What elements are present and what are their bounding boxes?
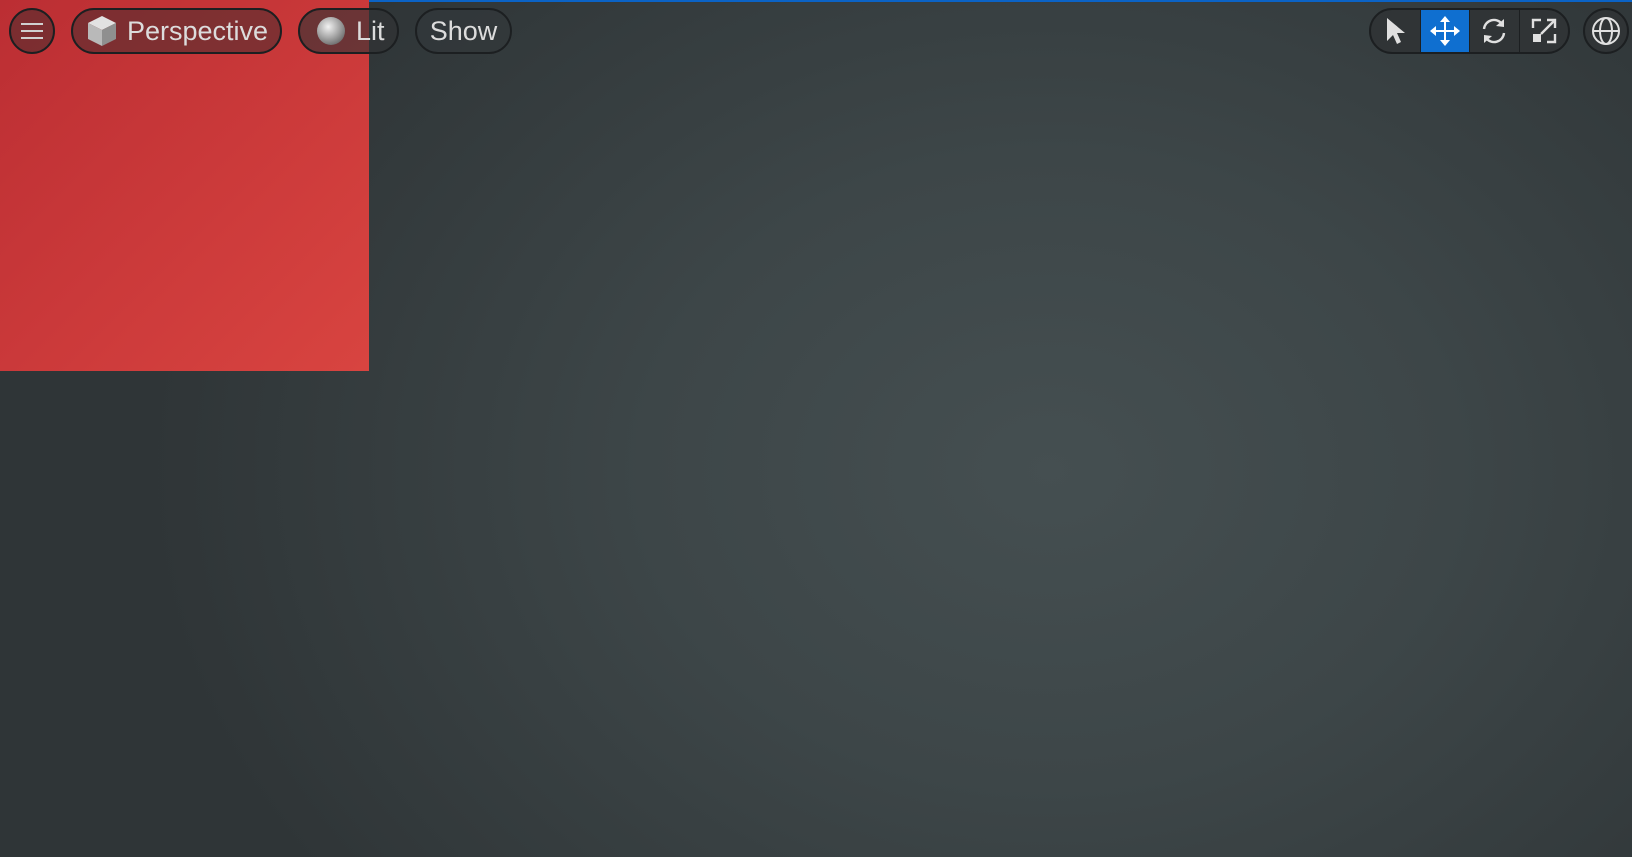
transform-tools-group bbox=[1369, 8, 1570, 54]
perspective-view-button[interactable]: Perspective bbox=[71, 8, 282, 54]
lit-label: Lit bbox=[356, 15, 385, 46]
select-tool-button[interactable] bbox=[1371, 10, 1421, 52]
show-label: Show bbox=[429, 15, 498, 46]
translate-tool-button[interactable] bbox=[1420, 10, 1470, 52]
perspective-label: Perspective bbox=[127, 15, 269, 46]
cube-icon bbox=[87, 15, 117, 47]
sphere-icon bbox=[316, 16, 346, 46]
viewport-options-button[interactable] bbox=[9, 8, 55, 54]
scale-icon bbox=[1531, 18, 1557, 44]
rotate-tool-button[interactable] bbox=[1470, 10, 1520, 52]
red-mesh-object[interactable] bbox=[0, 0, 369, 371]
coordinate-space-button[interactable] bbox=[1583, 8, 1629, 54]
rotate-icon bbox=[1480, 17, 1508, 45]
show-flags-button[interactable]: Show bbox=[415, 8, 512, 54]
scale-tool-button[interactable] bbox=[1520, 10, 1569, 52]
globe-icon bbox=[1591, 16, 1621, 46]
level-viewport[interactable]: Perspective Lit Show bbox=[0, 0, 1632, 857]
move-arrows-icon bbox=[1429, 16, 1460, 46]
view-mode-lit-button[interactable]: Lit bbox=[298, 8, 399, 54]
cursor-arrow-icon bbox=[1384, 17, 1406, 45]
hamburger-icon bbox=[21, 22, 43, 40]
